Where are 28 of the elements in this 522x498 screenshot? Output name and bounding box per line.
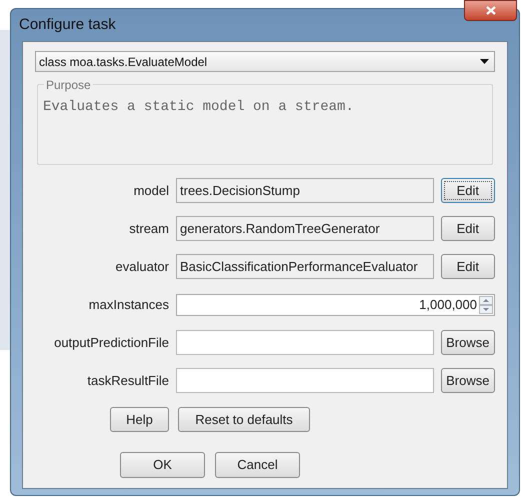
option-label: taskResultFile: [86, 372, 169, 390]
push-button[interactable]: Edit: [440, 216, 495, 241]
value-field: BasicClassificationPerformanceEvaluator: [176, 254, 434, 279]
file-path-field[interactable]: [176, 368, 434, 393]
option-label: outputPredictionFile: [53, 334, 169, 352]
close-icon: [486, 6, 496, 15]
option-label: stream: [128, 220, 169, 238]
close-button[interactable]: [464, 0, 517, 21]
push-button[interactable]: Browse: [440, 368, 495, 393]
push-button[interactable]: Help: [110, 407, 169, 432]
file-path-field[interactable]: [176, 330, 434, 355]
option-label: evaluator: [114, 258, 169, 276]
push-button[interactable]: Edit: [440, 254, 495, 279]
spinner-arrows-icon[interactable]: [479, 296, 493, 314]
dropdown-arrow-icon[interactable]: [480, 59, 489, 64]
window-title: Configure task: [19, 14, 116, 35]
value-field: generators.RandomTreeGenerator: [176, 216, 434, 241]
task-class-dropdown[interactable]: class moa.tasks.EvaluateModel: [35, 51, 495, 72]
push-button[interactable]: Reset to defaults: [178, 407, 310, 432]
push-button[interactable]: Browse: [440, 330, 495, 355]
purpose-text: Evaluates a static model on a stream.: [43, 98, 355, 117]
push-button[interactable]: Edit: [440, 178, 495, 203]
option-label: maxInstances: [88, 296, 169, 314]
push-button[interactable]: Cancel: [215, 452, 300, 478]
push-button[interactable]: OK: [120, 452, 205, 478]
value-field: trees.DecisionStump: [176, 178, 434, 203]
option-label: model: [132, 182, 169, 200]
number-spinner[interactable]: 1,000,000: [176, 294, 495, 316]
